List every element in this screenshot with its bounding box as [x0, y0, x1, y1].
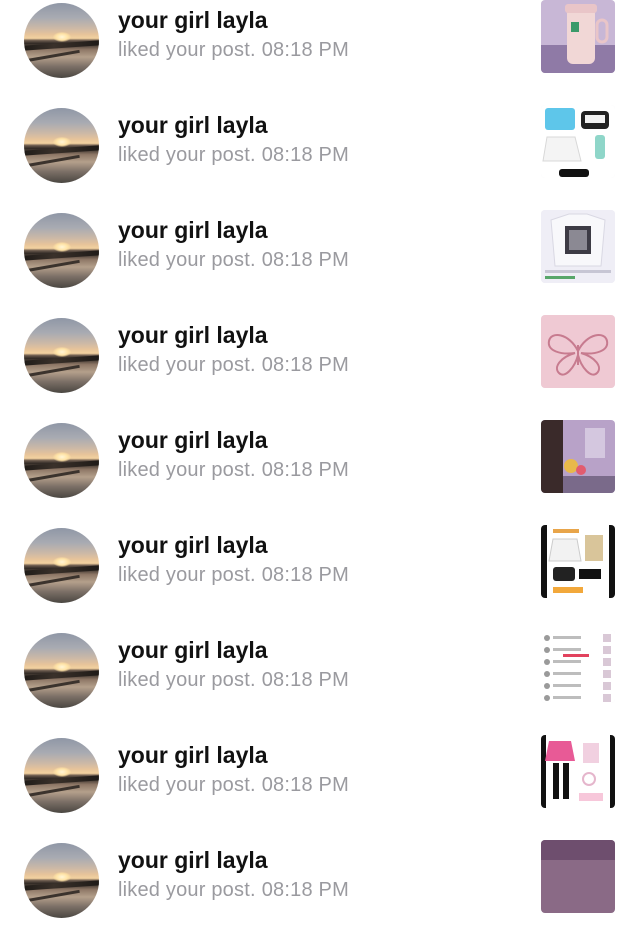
- post-thumbnail[interactable]: [541, 105, 615, 178]
- post-thumbnail[interactable]: [541, 315, 615, 388]
- timestamp: 08:18 PM: [261, 144, 349, 166]
- notification-row[interactable]: your girl layla liked your post. 08:18 PM: [0, 613, 640, 718]
- action-text: liked your post.: [118, 879, 256, 901]
- notification-text: liked your post. 08:18 PM: [118, 459, 349, 482]
- avatar[interactable]: [24, 213, 99, 288]
- timestamp: 08:18 PM: [261, 39, 349, 61]
- username[interactable]: your girl layla: [118, 427, 268, 454]
- post-thumbnail[interactable]: [541, 735, 615, 808]
- username[interactable]: your girl layla: [118, 217, 268, 244]
- avatar[interactable]: [24, 633, 99, 708]
- timestamp: 08:18 PM: [261, 459, 349, 481]
- action-text: liked your post.: [118, 669, 256, 691]
- timestamp: 08:18 PM: [261, 669, 349, 691]
- username[interactable]: your girl layla: [118, 112, 268, 139]
- action-text: liked your post.: [118, 249, 256, 271]
- post-thumbnail[interactable]: [541, 840, 615, 913]
- avatar[interactable]: [24, 738, 99, 813]
- post-thumbnail[interactable]: [541, 0, 615, 73]
- action-text: liked your post.: [118, 459, 256, 481]
- avatar[interactable]: [24, 318, 99, 393]
- action-text: liked your post.: [118, 564, 256, 586]
- timestamp: 08:18 PM: [261, 564, 349, 586]
- username[interactable]: your girl layla: [118, 637, 268, 664]
- notification-list: your girl layla liked your post. 08:18 PM…: [0, 0, 640, 928]
- post-thumbnail[interactable]: [541, 525, 615, 598]
- avatar[interactable]: [24, 423, 99, 498]
- notification-row[interactable]: your girl layla liked your post. 08:18 PM: [0, 823, 640, 928]
- notification-row[interactable]: your girl layla liked your post. 08:18 PM: [0, 193, 640, 298]
- username[interactable]: your girl layla: [118, 532, 268, 559]
- avatar[interactable]: [24, 843, 99, 918]
- action-text: liked your post.: [118, 39, 256, 61]
- notification-text: liked your post. 08:18 PM: [118, 249, 349, 272]
- avatar[interactable]: [24, 528, 99, 603]
- notification-text: liked your post. 08:18 PM: [118, 354, 349, 377]
- notification-text: liked your post. 08:18 PM: [118, 39, 349, 62]
- notification-text: liked your post. 08:18 PM: [118, 669, 349, 692]
- notification-row[interactable]: your girl layla liked your post. 08:18 PM: [0, 718, 640, 823]
- username[interactable]: your girl layla: [118, 847, 268, 874]
- timestamp: 08:18 PM: [261, 774, 349, 796]
- action-text: liked your post.: [118, 774, 256, 796]
- action-text: liked your post.: [118, 354, 256, 376]
- notification-row[interactable]: your girl layla liked your post. 08:18 PM: [0, 508, 640, 613]
- action-text: liked your post.: [118, 144, 256, 166]
- notification-text: liked your post. 08:18 PM: [118, 144, 349, 167]
- notification-row[interactable]: your girl layla liked your post. 08:18 PM: [0, 403, 640, 508]
- post-thumbnail[interactable]: [541, 630, 615, 703]
- avatar[interactable]: [24, 108, 99, 183]
- username[interactable]: your girl layla: [118, 322, 268, 349]
- timestamp: 08:18 PM: [261, 249, 349, 271]
- post-thumbnail[interactable]: [541, 210, 615, 283]
- notification-row[interactable]: your girl layla liked your post. 08:18 PM: [0, 88, 640, 193]
- notification-text: liked your post. 08:18 PM: [118, 564, 349, 587]
- username[interactable]: your girl layla: [118, 742, 268, 769]
- notification-row[interactable]: your girl layla liked your post. 08:18 PM: [0, 0, 640, 88]
- notification-text: liked your post. 08:18 PM: [118, 774, 349, 797]
- timestamp: 08:18 PM: [261, 354, 349, 376]
- post-thumbnail[interactable]: [541, 420, 615, 493]
- avatar[interactable]: [24, 3, 99, 78]
- username[interactable]: your girl layla: [118, 7, 268, 34]
- timestamp: 08:18 PM: [261, 879, 349, 901]
- notification-row[interactable]: your girl layla liked your post. 08:18 PM: [0, 298, 640, 403]
- notification-text: liked your post. 08:18 PM: [118, 879, 349, 902]
